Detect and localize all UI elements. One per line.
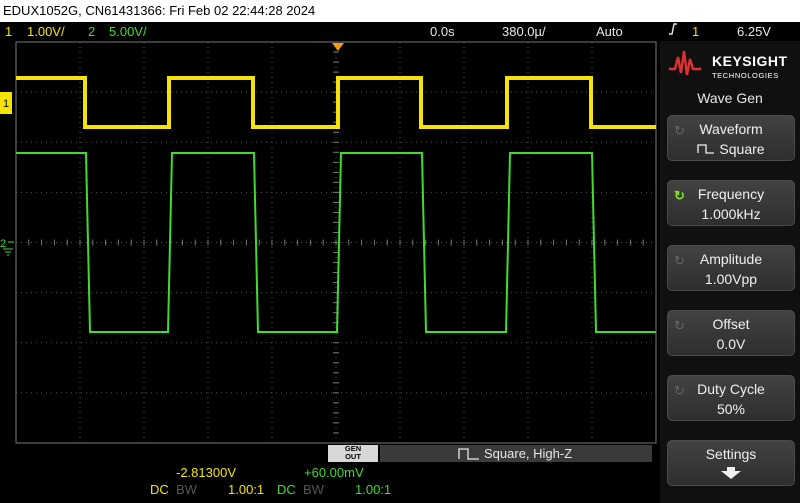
title-bar: EDUX1052G, CN61431366: Fri Feb 02 22:44:… bbox=[0, 0, 800, 22]
trigger-position-marker bbox=[332, 43, 344, 51]
time-scale[interactable]: 380.0µ/ bbox=[502, 22, 546, 41]
ch2-ground-marker: 2 bbox=[0, 238, 14, 256]
keysight-logo: KEYSIGHT TECHNOLOGIES bbox=[668, 47, 796, 83]
softkey-panel: KEYSIGHT TECHNOLOGIES Wave Gen ↻ Wavefor… bbox=[660, 41, 800, 503]
ch2-probe-ratio: 1.00:1 bbox=[355, 482, 392, 497]
gen-status-text: Square, High-Z bbox=[484, 446, 573, 461]
rising-edge-icon bbox=[668, 22, 678, 41]
gen-out-line2: OUT bbox=[345, 452, 361, 461]
ch1-trace bbox=[16, 76, 656, 129]
ch2-offset-readout[interactable]: +60.00mV bbox=[304, 465, 364, 480]
trigger-level[interactable]: 6.25V bbox=[737, 22, 771, 41]
trigger-channel[interactable]: 1 bbox=[692, 22, 699, 41]
ch1-scale[interactable]: 1.00V/ bbox=[27, 22, 65, 41]
square-wave-icon bbox=[697, 144, 715, 154]
offset-softkey[interactable]: ↻ Offset 0.0V bbox=[667, 310, 795, 356]
ch1-probe-ratio: 1.00:1 bbox=[228, 482, 265, 497]
ch1-coupling: DC bbox=[150, 482, 169, 497]
softkey-value: 1.000kHz bbox=[701, 206, 761, 222]
ch1-offset-readout[interactable]: -2.81300V bbox=[176, 465, 236, 480]
settings-softkey[interactable]: Settings bbox=[667, 440, 795, 486]
ch1-ground-marker: 1 bbox=[0, 92, 12, 114]
brand-name: KEYSIGHT bbox=[712, 53, 788, 69]
svg-text:1: 1 bbox=[3, 98, 9, 110]
waveform-display[interactable]: 1 2 bbox=[0, 41, 660, 444]
softkey-value: Square bbox=[668, 141, 794, 157]
softkey-value: 50% bbox=[716, 401, 746, 417]
ch2-coupling: DC bbox=[277, 482, 296, 497]
softkey-label: Amplitude bbox=[699, 251, 763, 267]
softkey-label: Offset bbox=[712, 316, 750, 332]
softkey-label: Frequency bbox=[697, 186, 765, 202]
ch1-bw-limit: BW bbox=[176, 482, 197, 497]
down-arrow-icon bbox=[668, 466, 794, 482]
status-bar: 1 1.00V/ 2 5.00V/ 0.0s 380.0µ/ Auto 1 6.… bbox=[0, 22, 800, 41]
trigger-mode[interactable]: Auto bbox=[596, 22, 623, 41]
softkey-value: 0.0V bbox=[716, 336, 746, 352]
softkey-label: Duty Cycle bbox=[697, 381, 765, 397]
ch2-bw-limit: BW bbox=[303, 482, 324, 497]
softkey-label: Waveform bbox=[699, 121, 763, 137]
menu-title: Wave Gen bbox=[697, 90, 763, 106]
bottom-info-bar: GEN OUT Square, High-Z -2.81300V DC BW 1… bbox=[0, 444, 660, 503]
waveform-graticule: 1 2 bbox=[0, 41, 657, 444]
softkey-value: 1.00Vpp bbox=[704, 271, 758, 287]
square-wave-icon bbox=[458, 448, 479, 460]
waveform-softkey[interactable]: ↻ Waveform Square bbox=[667, 115, 795, 161]
gen-status-bar: Square, High-Z bbox=[380, 445, 652, 462]
ch2-scale[interactable]: 5.00V/ bbox=[109, 22, 147, 41]
ch1-number[interactable]: 1 bbox=[5, 22, 12, 41]
brand-subtitle: TECHNOLOGIES bbox=[712, 71, 779, 80]
softkey-label: Settings bbox=[705, 446, 757, 462]
duty-cycle-softkey[interactable]: ↻ Duty Cycle 50% bbox=[667, 375, 795, 421]
gen-out-indicator[interactable]: GEN OUT bbox=[328, 445, 378, 462]
svg-text:2: 2 bbox=[0, 238, 6, 250]
amplitude-softkey[interactable]: ↻ Amplitude 1.00Vpp bbox=[667, 245, 795, 291]
time-delay[interactable]: 0.0s bbox=[430, 22, 455, 41]
keysight-wave-logo-icon bbox=[669, 50, 701, 76]
ch2-number[interactable]: 2 bbox=[88, 22, 95, 41]
frequency-softkey[interactable]: ↻ Frequency 1.000kHz bbox=[667, 180, 795, 226]
